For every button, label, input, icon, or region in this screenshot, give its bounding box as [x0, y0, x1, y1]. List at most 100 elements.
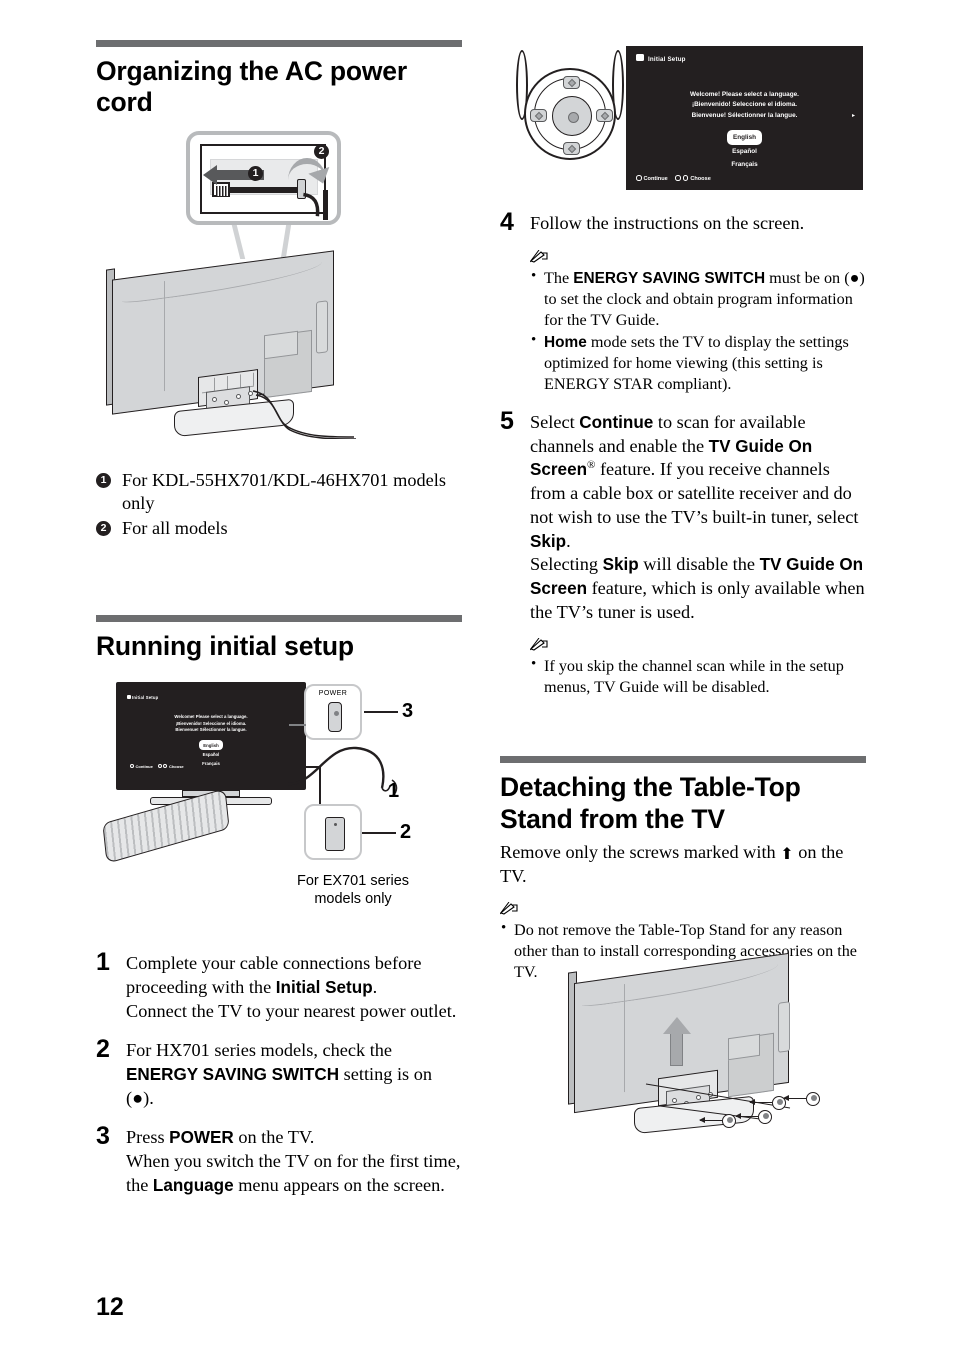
osd-language-option-english[interactable]: English — [124, 740, 298, 751]
power-label: POWER — [318, 690, 348, 698]
energy-saving-switch-callout — [304, 804, 362, 861]
body-text: Select — [530, 412, 580, 433]
section-title-ac-power: Organizing the AC power cord — [96, 56, 407, 118]
step-number: 5 — [500, 407, 514, 436]
emphasis-text: Initial Setup — [275, 977, 373, 997]
note-pencil-icon-glyph — [499, 901, 518, 915]
page-number: 12 — [96, 1293, 124, 1321]
osd-footer-choose: Choose — [690, 176, 711, 182]
pad-center-key[interactable] — [552, 96, 592, 136]
tv-front-illustration: Initial Setup Welcome! Please select a l… — [116, 682, 306, 806]
section-title-detaching: Detaching the Table-Top Stand from the T… — [500, 772, 801, 834]
figure-tag-3: 3 — [402, 700, 414, 723]
step-text: Press POWER on the TV. When you switch th… — [126, 1126, 462, 1197]
emphasis-text: ENERGY SAVING SWITCH — [573, 269, 766, 287]
note-pencil-icon — [529, 638, 866, 654]
section-rule-detaching — [500, 756, 866, 764]
tv-jack-panel-upper — [264, 330, 298, 359]
pad-left-key[interactable] — [530, 109, 547, 122]
figure-ac-power-cord: 1 2 — [96, 127, 462, 467]
step-number: 3 — [96, 1122, 110, 1151]
figure-initial-setup: Initial Setup Welcome! Please select a l… — [96, 676, 462, 926]
tv-screen: Initial Setup Welcome! Please select a l… — [124, 690, 298, 775]
note-item: If you skip the channel scan while in th… — [530, 655, 866, 698]
step-5: 5 Select Continue to scan for available c… — [500, 407, 866, 698]
step-paragraph: Complete your cable connections before p… — [126, 952, 462, 999]
body-text: . — [372, 976, 378, 997]
steps-left-column: 1 Complete your cable connections before … — [96, 948, 462, 1197]
pad-down-key[interactable] — [563, 142, 580, 155]
arrow-right-icon — [600, 111, 610, 121]
step-1: 1 Complete your cable connections before … — [96, 948, 462, 1023]
tv-jack-panel-upper — [728, 1033, 760, 1061]
osd-footer-hints: Continue Choose — [636, 175, 711, 182]
osd-welcome-line-es: ¡Bienvenido! Seleccione el idioma. — [175, 720, 247, 726]
caption-text-1: For KDL-55HX701/KDL-46HX701 models only — [122, 469, 446, 514]
detaching-body-text: Remove only the screws marked with ⬆ on … — [500, 841, 866, 888]
body-text: The — [544, 268, 574, 287]
arrow-up-icon — [567, 78, 577, 88]
pad-up-key[interactable] — [563, 76, 580, 89]
emphasis-text: POWER — [169, 1128, 234, 1148]
step-paragraph: When you switch the TV on for the first … — [126, 1150, 462, 1197]
body-text: mode sets the TV to display the settings… — [544, 332, 849, 393]
osd-scroll-indicator: ▸ — [851, 113, 855, 119]
remote-direction-pad — [524, 68, 616, 160]
ac-cord — [222, 186, 304, 193]
emphasis-text: Continue — [579, 413, 654, 433]
osd-setup-icon — [127, 694, 131, 699]
note-pencil-icon — [499, 901, 866, 918]
leader-tag-3 — [364, 711, 398, 713]
osd-continue-key-icon — [636, 175, 642, 181]
tv-panel-seam — [164, 280, 166, 391]
body-text: on the TV. — [233, 1127, 315, 1148]
step-paragraph: Select Continue to scan for available ch… — [530, 411, 866, 553]
left-column: Organizing the AC power cord 1 2 1 For K… — [96, 40, 462, 1197]
body-text: Follow the instructions on the screen. — [530, 213, 805, 233]
body-text: Selecting — [530, 554, 603, 575]
osd-language-option-francais[interactable]: Français — [626, 158, 863, 171]
leader-switch-h — [288, 766, 320, 768]
body-text: Press — [126, 1127, 170, 1148]
pad-right-key[interactable] — [596, 109, 613, 122]
step-number: 4 — [500, 208, 514, 236]
osd-language-option-english[interactable]: English — [626, 130, 863, 146]
screw-icon — [720, 1114, 736, 1128]
osd-choose-key-icon-2 — [163, 764, 168, 769]
tv-rear-illustration — [102, 237, 402, 452]
osd-footer-choose: Choose — [168, 764, 184, 770]
tv-side-button-marker — [280, 718, 289, 732]
osd-footer-hints: Continue Choose — [130, 764, 184, 769]
caption-marker-2: 2 — [96, 521, 111, 537]
osd-choose-key-icon-1 — [157, 764, 162, 769]
section-rule-ac-power — [96, 40, 462, 47]
step-4: 4 Follow the instructions on the screen. T… — [500, 208, 866, 395]
osd-choose-key-icon-2 — [682, 175, 689, 181]
figure-detaching-stand — [500, 950, 866, 1165]
screw-removal-arrow — [783, 1094, 806, 1102]
osd-language-option-espanol[interactable]: Español — [626, 145, 863, 158]
magnifier-frame: 1 2 — [200, 143, 329, 220]
note-pencil-icon-glyph — [529, 638, 548, 651]
osd-footer-continue: Continue — [643, 176, 668, 182]
osd-welcome-line-en: Welcome! Please select a language. — [690, 91, 799, 98]
osd-welcome-text: Welcome! Please select a language. ¡Bien… — [626, 90, 863, 121]
screw-icon — [770, 1096, 786, 1110]
screw-icon — [756, 1110, 772, 1124]
step-2: 2 For HX701 series models, check the ENER… — [96, 1037, 462, 1110]
osd-language-option-espanol[interactable]: Español — [124, 750, 298, 759]
tv-side-connector-strip — [316, 299, 328, 354]
step-number: 1 — [96, 948, 110, 977]
power-button-callout: POWER — [304, 684, 362, 741]
ac-cord-routing — [252, 389, 357, 439]
step-paragraph: Selecting Skip will disable the TV Guide… — [530, 553, 866, 624]
screw-point — [212, 396, 217, 402]
tv-bezel: Initial Setup Welcome! Please select a l… — [116, 682, 306, 791]
caption-item: 1 For KDL-55HX701/KDL-46HX701 models onl… — [96, 469, 462, 517]
callout-number-1: 1 — [248, 165, 263, 181]
right-column: 4 Follow the instructions on the screen. T… — [499, 196, 866, 984]
osd-welcome-text: Welcome! Please select a language. ¡Bien… — [124, 714, 298, 734]
osd-language-label: English — [199, 740, 223, 751]
note-pencil-icon — [529, 249, 866, 266]
step-paragraph: Follow the instructions on the screen. — [530, 212, 866, 236]
